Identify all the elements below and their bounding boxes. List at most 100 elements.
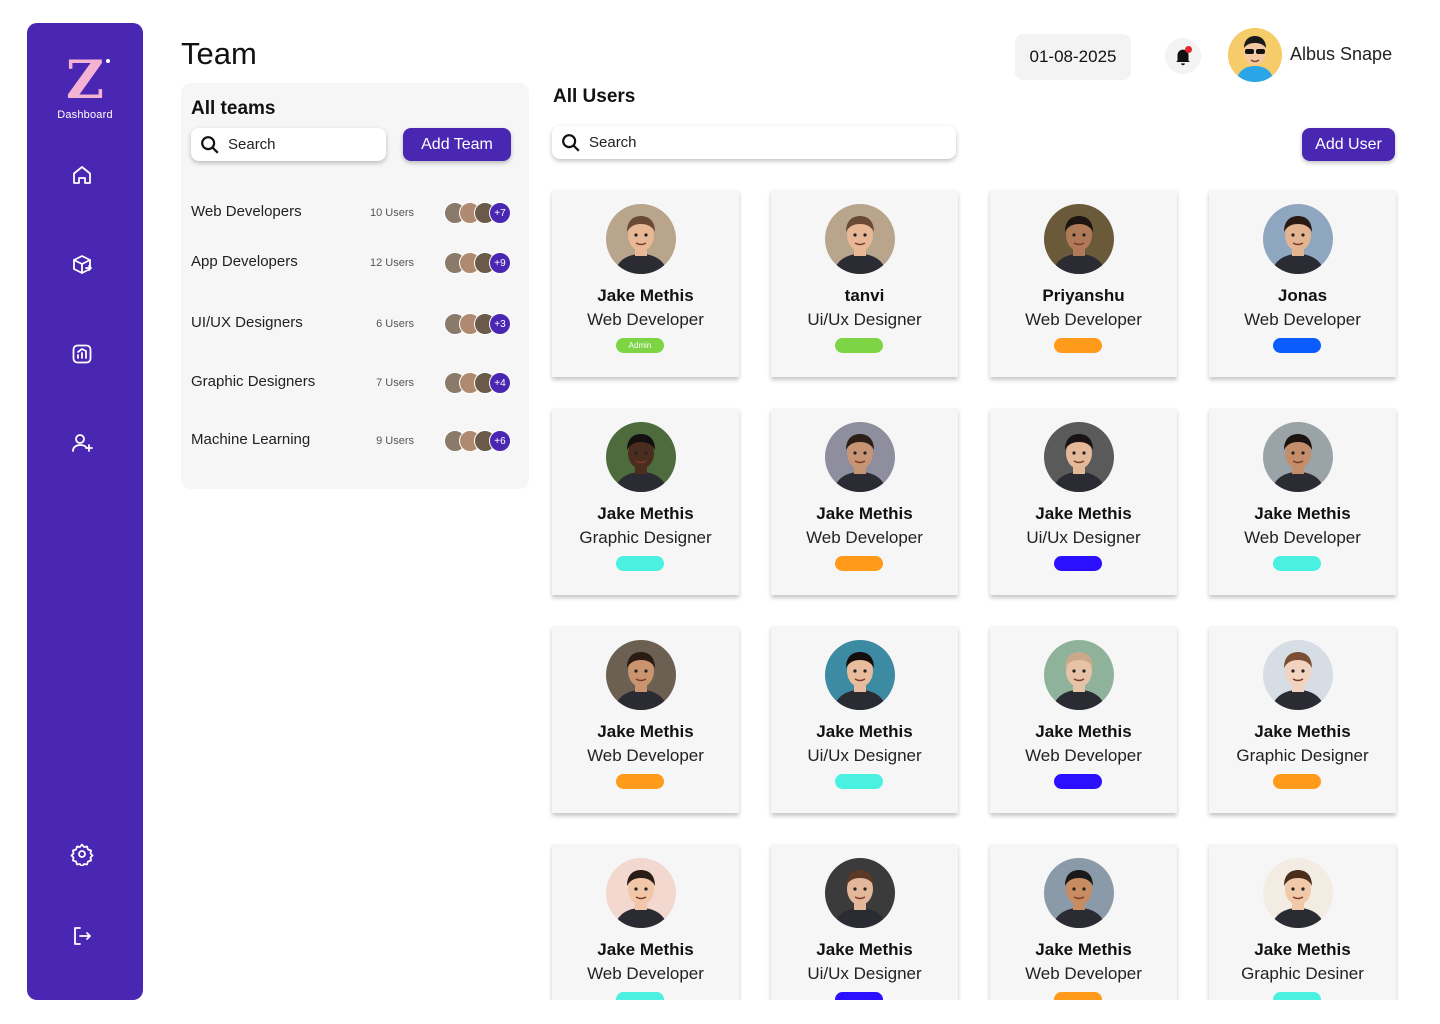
team-name: UI/UX Designers — [191, 314, 303, 331]
team-row[interactable]: Web Developers 10 Users +7 — [191, 199, 511, 227]
user-search-input[interactable]: Search — [552, 126, 956, 159]
team-name: App Developers — [191, 253, 298, 270]
avatar — [825, 858, 895, 928]
user-role: Ui/Ux Designer — [1026, 528, 1141, 547]
status-badge — [1273, 556, 1321, 571]
logout-icon[interactable] — [69, 923, 95, 949]
team-row[interactable]: Graphic Designers 7 Users +4 — [191, 369, 511, 397]
user-card[interactable]: Jake Methis Web Developer Admin — [552, 190, 739, 377]
sidebar: Z Dashboard — [27, 23, 143, 1000]
team-row[interactable]: UI/UX Designers 6 Users +3 — [191, 310, 511, 338]
team-user-count: 6 Users — [376, 318, 414, 330]
status-badge — [616, 556, 664, 571]
logo-mark: Z — [66, 55, 110, 107]
team-avatar-stack: +9 — [444, 252, 511, 274]
avatar — [606, 640, 676, 710]
teams-title: All teams — [191, 98, 276, 119]
avatar[interactable] — [1228, 28, 1282, 82]
team-name: Graphic Designers — [191, 373, 316, 390]
user-name: Priyanshu — [1042, 286, 1125, 305]
user-card[interactable]: tanvi Ui/Ux Designer — [771, 190, 958, 377]
user-name: Jake Methis — [597, 940, 694, 959]
avatar — [1044, 640, 1114, 710]
user-card[interactable]: Jake Methis Web Developer — [990, 626, 1177, 813]
status-badge — [616, 774, 664, 789]
user-card[interactable]: Jake Methis Web Developer — [1209, 408, 1396, 595]
add-user-button[interactable]: Add User — [1302, 128, 1395, 161]
team-name: Web Developers — [191, 203, 302, 220]
avatar — [1044, 858, 1114, 928]
team-name: Machine Learning — [191, 431, 311, 448]
more-members-badge: +3 — [489, 313, 511, 335]
team-row[interactable]: App Developers 12 Users +9 — [191, 249, 511, 277]
user-name: Jake Methis — [597, 286, 694, 305]
add-user-icon[interactable] — [69, 430, 95, 456]
notification-dot — [1185, 46, 1192, 53]
avatar — [1263, 858, 1333, 928]
user-name: Jake Methis — [1035, 940, 1132, 959]
user-role: Graphic Desiner — [1241, 964, 1364, 983]
avatar — [825, 422, 895, 492]
user-card[interactable]: Jake Methis Web Developer — [552, 844, 739, 1000]
user-card[interactable]: Jake Methis Graphic Desiner — [1209, 844, 1396, 1000]
team-row[interactable]: Machine Learning 9 Users +6 — [191, 427, 511, 455]
logo-dot — [105, 59, 110, 63]
team-avatar-stack: +3 — [444, 313, 511, 335]
team-search-input[interactable]: Search — [191, 128, 386, 161]
avatar — [825, 204, 895, 274]
add-team-button[interactable]: Add Team — [403, 128, 511, 161]
more-members-badge: +4 — [489, 372, 511, 394]
avatar — [606, 204, 676, 274]
avatar — [1044, 422, 1114, 492]
status-badge — [1054, 338, 1102, 353]
user-name: Jake Methis — [1035, 504, 1132, 523]
notification-button[interactable] — [1165, 38, 1201, 74]
avatar — [1263, 640, 1333, 710]
user-card[interactable]: Jake Methis Web Developer — [990, 844, 1177, 1000]
page-title: Team — [181, 36, 257, 71]
user-role: Ui/Ux Designer — [807, 964, 922, 983]
user-card[interactable]: Jake Methis Ui/Ux Designer — [771, 626, 958, 813]
status-badge — [835, 338, 883, 353]
avatar — [1044, 204, 1114, 274]
analytics-icon[interactable] — [69, 341, 95, 367]
user-name: Jake Methis — [597, 722, 694, 741]
user-card[interactable]: Jake Methis Ui/Ux Designer — [990, 408, 1177, 595]
user-card[interactable]: Jonas Web Developer — [1209, 190, 1396, 377]
logo[interactable]: Z Dashboard — [27, 55, 143, 122]
user-name: Jake Methis — [1254, 722, 1351, 741]
date-display[interactable]: 01-08-2025 — [1015, 34, 1131, 80]
user-name: Jake Methis — [816, 504, 913, 523]
status-badge — [1054, 774, 1102, 789]
user-card[interactable]: Jake Methis Ui/Ux Designer — [771, 844, 958, 1000]
user-card[interactable]: Jake Methis Web Developer — [552, 626, 739, 813]
team-avatar-stack: +6 — [444, 430, 511, 452]
user-name: tanvi — [844, 286, 885, 305]
status-badge — [1273, 338, 1321, 353]
settings-icon[interactable] — [69, 841, 95, 867]
users-title: All Users — [553, 86, 636, 107]
teams-panel: All teams Search Add Team Web Developers… — [181, 83, 529, 489]
user-card[interactable]: Jake Methis Web Developer — [771, 408, 958, 595]
avatar — [825, 640, 895, 710]
profile-name[interactable]: Albus Snape — [1290, 44, 1392, 65]
user-role: Web Developer — [1244, 310, 1361, 329]
user-grid: Jake Methis Web Developer Admin tanvi Ui/Ux … — [540, 180, 1410, 1000]
user-role: Graphic Designer — [579, 528, 712, 547]
user-search-placeholder: Search — [589, 134, 637, 151]
status-badge — [835, 992, 883, 1000]
user-card[interactable]: Jake Methis Graphic Designer — [1209, 626, 1396, 813]
user-name: Jake Methis — [597, 504, 694, 523]
user-card[interactable]: Priyanshu Web Developer — [990, 190, 1177, 377]
home-icon[interactable] — [69, 162, 95, 188]
team-user-count: 12 Users — [369, 257, 414, 269]
team-user-count: 7 Users — [376, 377, 414, 389]
user-card[interactable]: Jake Methis Graphic Designer — [552, 408, 739, 595]
user-role: Web Developer — [587, 310, 704, 329]
search-icon — [562, 133, 580, 152]
avatar — [1263, 422, 1333, 492]
more-members-badge: +6 — [489, 430, 511, 452]
status-badge — [1054, 556, 1102, 571]
status-badge: Admin — [616, 338, 664, 353]
package-icon[interactable] — [69, 252, 95, 278]
